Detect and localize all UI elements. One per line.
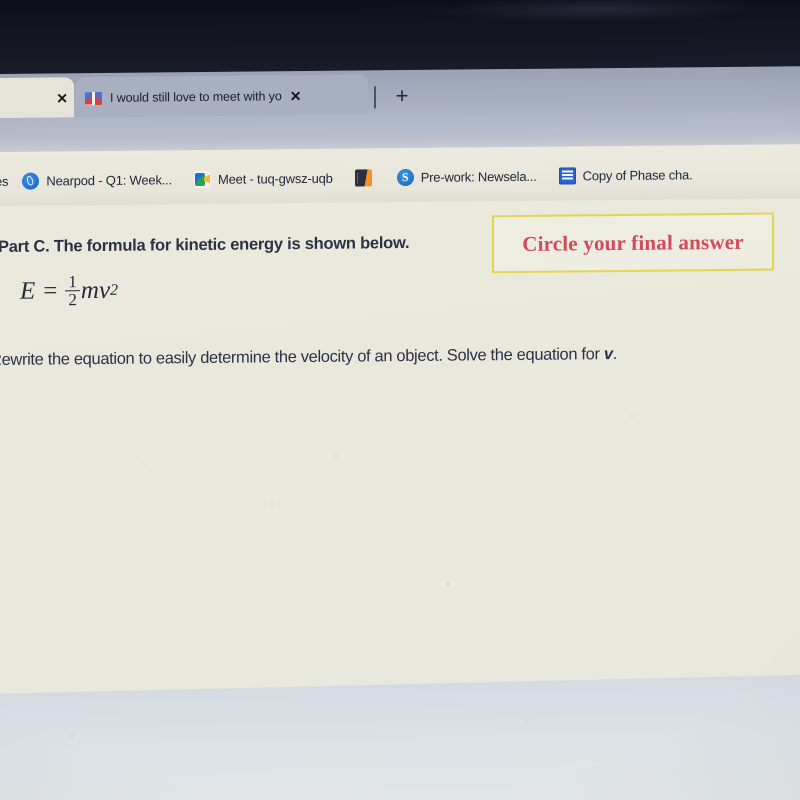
instruction-prefix: Rewrite the equation to easily determine…	[0, 345, 604, 370]
google-docs-icon	[558, 166, 576, 185]
bookmark-item[interactable]: nes	[0, 173, 8, 188]
lower-screen-band	[0, 674, 800, 800]
bookmark-label: Nearpod - Q1: Week...	[46, 171, 172, 188]
bookmark-item-newsela[interactable]: Pre-work: Newsela...	[396, 167, 537, 186]
circle-answer-callout: Circle your final answer	[492, 212, 774, 274]
instruction-line: Rewrite the equation to easily determine…	[0, 345, 617, 370]
bookmark-label: Pre-work: Newsela...	[420, 168, 537, 185]
instruction-suffix: .	[612, 345, 617, 364]
tab-close-icon[interactable]: ✕	[290, 88, 302, 104]
tab-divider	[374, 86, 376, 109]
google-meet-icon	[194, 170, 211, 188]
kinetic-energy-formula: E = 1 2 mv 2	[20, 272, 119, 310]
bookmark-item-docs[interactable]: Copy of Phase cha.	[558, 166, 693, 185]
bookmark-label: Meet - tuq-gwsz-uqb	[218, 170, 333, 187]
formula-left-variable: E	[20, 277, 36, 305]
instruction-variable: v	[603, 345, 613, 364]
formula-fraction: 1 2	[65, 272, 80, 310]
tab-close-icon[interactable]: ✕	[56, 90, 68, 106]
gmail-icon	[85, 91, 102, 105]
book-icon	[354, 168, 372, 187]
bookmark-label: nes	[0, 173, 9, 189]
nearpod-icon	[22, 172, 40, 190]
photographed-screen: ent ✕ I would still love to meet with yo…	[0, 0, 800, 800]
part-heading: Part C. The formula for kinetic energy i…	[0, 234, 410, 256]
browser-tab-active[interactable]: I would still love to meet with yo ✕	[76, 74, 368, 120]
formula-equals-sign: =	[43, 277, 58, 305]
formula-exponent: 2	[110, 281, 119, 299]
formula-body: mv	[80, 276, 111, 304]
fraction-numerator: 1	[68, 272, 77, 292]
bookmark-label: Copy of Phase cha.	[582, 166, 693, 183]
newsela-icon	[396, 168, 414, 186]
bookmark-item-nearpod[interactable]: Nearpod - Q1: Week...	[22, 171, 172, 190]
bookmark-item-book[interactable]	[354, 168, 379, 187]
bezel-glare	[430, 0, 760, 24]
browser-tab-inactive[interactable]: ent ✕	[0, 77, 74, 121]
bookmark-item-meet[interactable]: Meet - tuq-gwsz-uqb	[194, 169, 333, 188]
new-tab-button[interactable]: +	[390, 83, 414, 109]
callout-text: Circle your final answer	[522, 229, 744, 256]
tab-title: I would still love to meet with yo	[110, 89, 282, 105]
fraction-denominator: 2	[65, 290, 80, 310]
